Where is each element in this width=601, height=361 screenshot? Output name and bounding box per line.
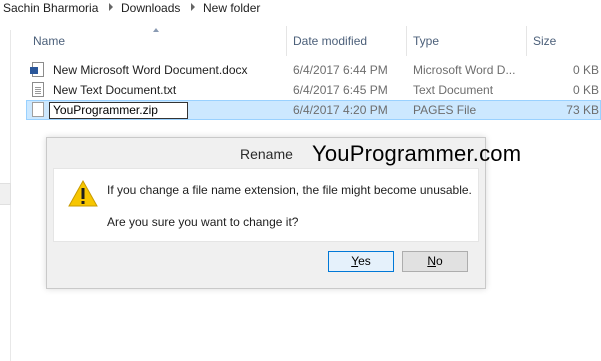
file-size: 73 KB <box>566 103 599 117</box>
word-doc-icon <box>30 62 44 77</box>
file-date: 6/4/2017 4:20 PM <box>293 103 388 117</box>
file-size: 0 KB <box>572 63 599 77</box>
breadcrumb-item-user[interactable]: Sachin Bharmoria <box>3 1 98 15</box>
chevron-right-icon[interactable] <box>191 3 195 11</box>
no-label-rest: o <box>435 254 443 268</box>
file-date: 6/4/2017 6:44 PM <box>293 63 388 77</box>
file-type: Microsoft Word D... <box>413 63 516 77</box>
file-type: PAGES File <box>413 103 477 117</box>
file-type: Text Document <box>413 83 494 97</box>
breadcrumb: Sachin Bharmoria Downloads New folder <box>0 0 601 18</box>
watermark-text: YouProgrammer.com <box>312 141 522 166</box>
column-header-name[interactable]: Name <box>33 34 65 48</box>
column-header-date-modified[interactable]: Date modified <box>293 34 367 48</box>
text-file-icon <box>32 82 44 97</box>
sort-ascending-icon <box>153 28 159 32</box>
column-divider[interactable] <box>406 26 407 56</box>
file-row[interactable]: New Text Document.txt 6/4/2017 6:45 PM T… <box>26 80 601 100</box>
no-accelerator: N <box>427 254 436 268</box>
chevron-right-icon[interactable] <box>109 3 113 11</box>
no-button[interactable]: No <box>402 251 468 272</box>
dialog-content: If you change a file name extension, the… <box>53 168 479 242</box>
dialog-question: Are you sure you want to change it? <box>107 215 299 229</box>
column-header-size[interactable]: Size <box>533 34 556 48</box>
dialog-message: If you change a file name extension, the… <box>107 183 472 197</box>
file-size: 0 KB <box>572 83 599 97</box>
file-row[interactable]: New Microsoft Word Document.docx 6/4/201… <box>26 60 601 80</box>
file-icon <box>32 102 44 117</box>
file-row-selected[interactable]: YouProgrammer.zip 6/4/2017 4:20 PM PAGES… <box>26 100 601 120</box>
column-divider[interactable] <box>286 26 287 56</box>
breadcrumb-item-new-folder[interactable]: New folder <box>203 1 260 15</box>
file-name: New Microsoft Word Document.docx <box>53 63 248 77</box>
file-name: New Text Document.txt <box>53 83 177 97</box>
yes-label-rest: es <box>358 254 371 268</box>
warning-icon <box>68 180 98 207</box>
file-date: 6/4/2017 6:45 PM <box>293 83 388 97</box>
column-divider[interactable] <box>526 26 527 56</box>
yes-button[interactable]: Yes <box>328 251 394 272</box>
column-header-type[interactable]: Type <box>413 34 439 48</box>
rename-input[interactable]: YouProgrammer.zip <box>49 102 188 119</box>
breadcrumb-item-downloads[interactable]: Downloads <box>121 1 180 15</box>
dialog-title: Rename <box>240 146 293 162</box>
navigation-pane-item[interactable] <box>0 183 11 205</box>
